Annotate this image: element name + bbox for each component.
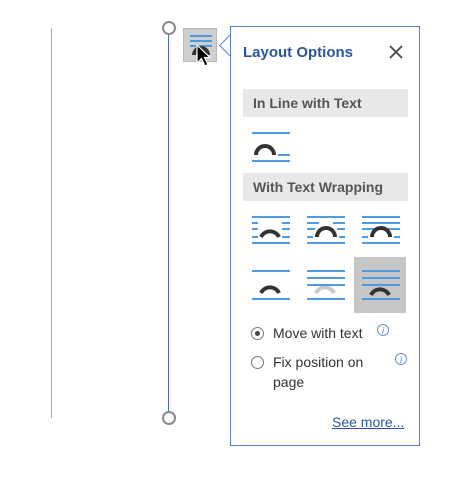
page-margin-line [51, 28, 52, 418]
section-inline-header: In Line with Text [243, 89, 408, 117]
wrap-square-icon [252, 216, 290, 244]
panel-title: Layout Options [243, 44, 353, 61]
wrap-tight-icon [307, 216, 345, 244]
move-with-text-radio[interactable] [251, 327, 264, 340]
inline-text-icon [252, 132, 290, 162]
info-icon[interactable]: i [377, 324, 389, 336]
section-wrapping-header: With Text Wrapping [243, 173, 408, 201]
fix-position-label: Fix position on page [273, 354, 364, 390]
close-button[interactable] [386, 42, 406, 62]
option-in-line-with-text[interactable] [244, 121, 296, 173]
selection-border [168, 34, 169, 412]
fix-position-radio[interactable] [251, 356, 264, 369]
wrap-top-bottom-icon [252, 270, 290, 300]
resize-handle-top[interactable] [162, 21, 176, 35]
close-icon [389, 45, 403, 59]
layout-options-panel: Layout Options In Line with Text With Te… [230, 26, 420, 446]
move-with-text-label: Move with text [273, 325, 363, 341]
option-top-and-bottom[interactable] [244, 259, 296, 311]
see-more-link[interactable]: See more... [332, 414, 404, 430]
option-through[interactable] [354, 205, 406, 257]
resize-handle-bottom[interactable] [162, 411, 176, 425]
wrap-in-front-icon [362, 270, 400, 300]
wrap-through-icon [362, 216, 400, 244]
option-square[interactable] [244, 205, 296, 257]
info-icon[interactable]: i [395, 353, 407, 365]
option-behind-text[interactable] [299, 259, 351, 311]
wrap-behind-text-icon [307, 270, 345, 300]
option-tight[interactable] [299, 205, 351, 257]
option-in-front-of-text[interactable] [354, 257, 406, 313]
mouse-pointer-icon [196, 44, 212, 67]
